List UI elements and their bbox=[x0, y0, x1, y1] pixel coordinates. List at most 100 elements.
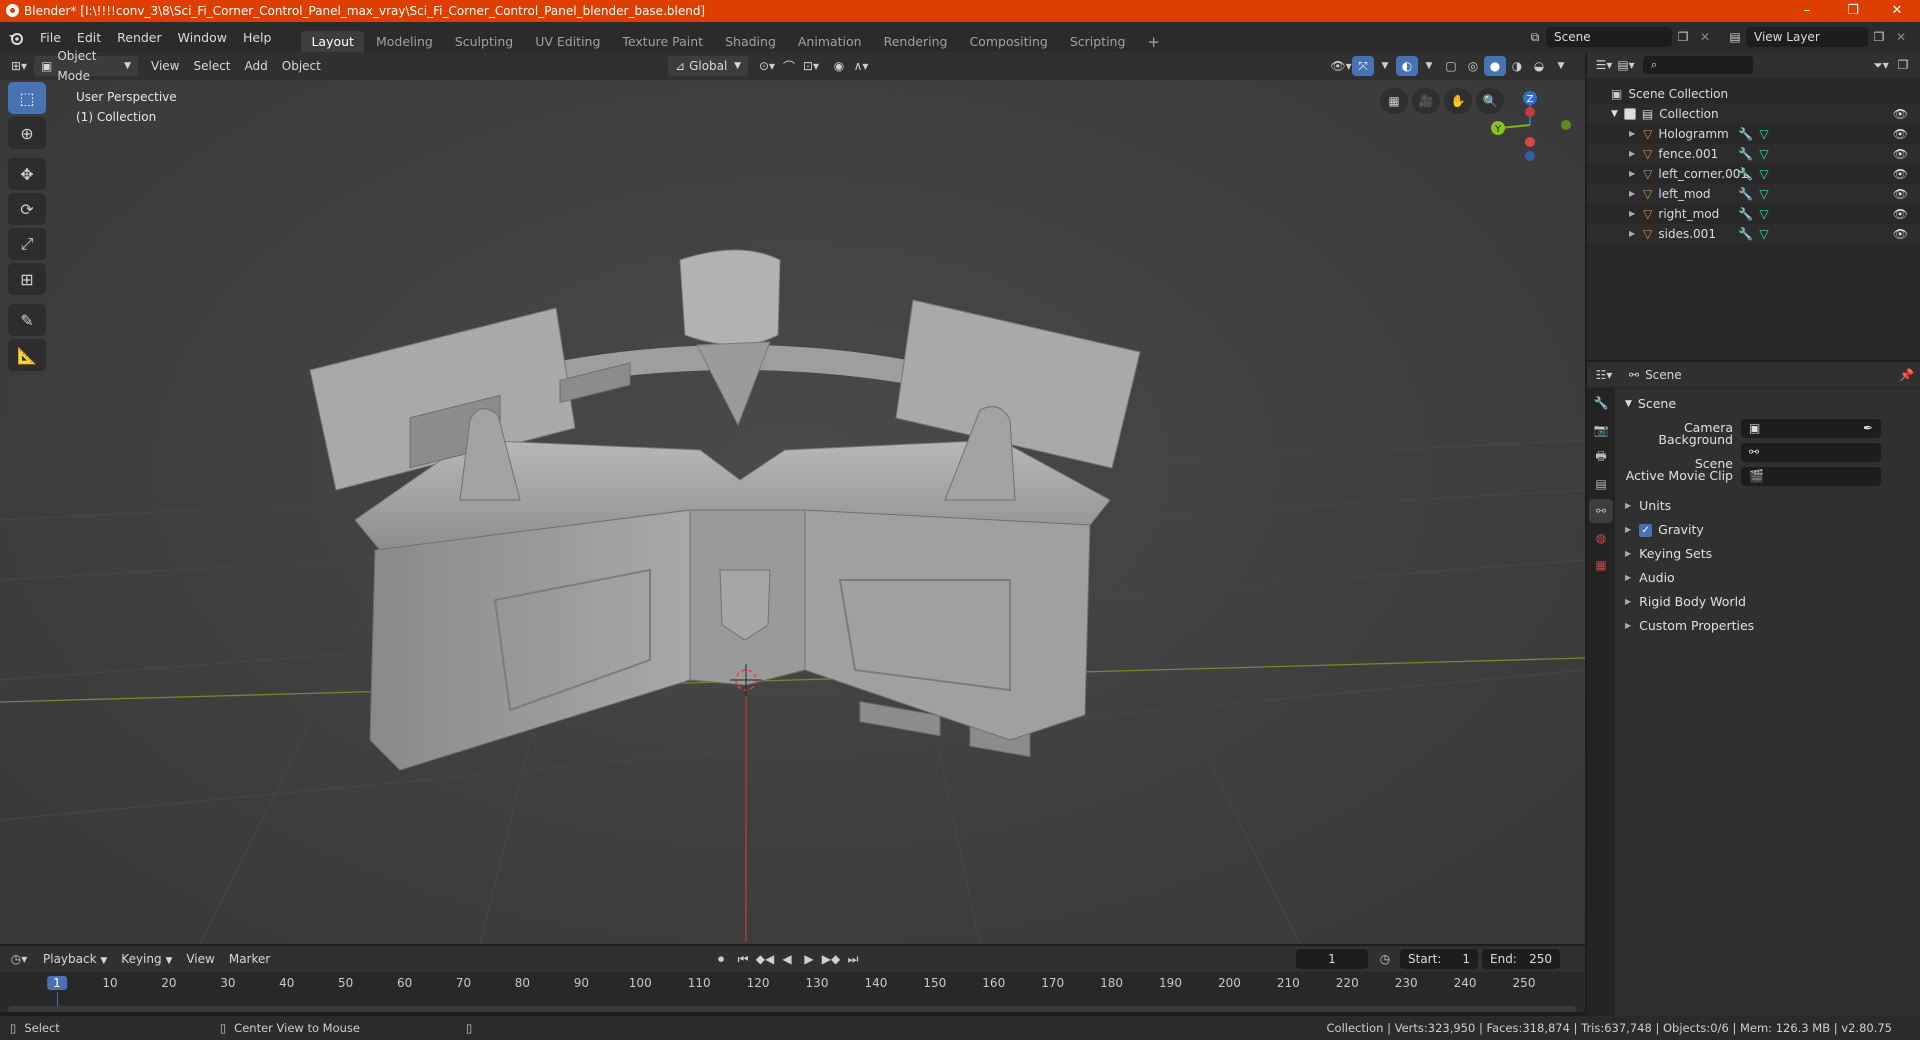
rendered-shading-icon[interactable]: ◒ bbox=[1528, 56, 1550, 76]
editor-type-icon[interactable]: ⊞▾ bbox=[8, 56, 30, 76]
3d-viewport[interactable]: Z Y User Perspective (1) Collection ▦ 🎥 … bbox=[0, 80, 1585, 944]
modifier-wrench-icon[interactable]: 🔧 bbox=[1738, 204, 1753, 224]
solid-shading-icon[interactable]: ● bbox=[1484, 56, 1506, 76]
playback-menu[interactable]: Playback ▼ bbox=[36, 949, 114, 969]
toggle-camera-view-icon[interactable]: ▦ bbox=[1380, 88, 1408, 114]
blender-menu-icon[interactable] bbox=[0, 31, 32, 45]
maximize-button[interactable]: ❐ bbox=[1830, 0, 1876, 22]
keying-menu[interactable]: Keying ▼ bbox=[114, 949, 179, 969]
filter-icon[interactable]: ⏷▾ bbox=[1870, 55, 1892, 75]
start-frame-field[interactable]: Start: 1 bbox=[1400, 949, 1478, 969]
play-icon[interactable]: ▶ bbox=[798, 949, 820, 969]
transform-tool-icon[interactable]: ⊞ bbox=[8, 263, 46, 295]
eye-icon[interactable]: 👁 bbox=[1893, 224, 1908, 244]
section-rigid-body-world[interactable]: ▶ Rigid Body World bbox=[1619, 590, 1915, 614]
outliner-object-row[interactable]: ▶ ▽ left_corner.001 🔧 ▽ 👁 bbox=[1587, 164, 1920, 184]
overlay-toggle-icon[interactable]: ◐ bbox=[1396, 56, 1418, 76]
new-collection-icon[interactable]: ❐ bbox=[1892, 55, 1914, 75]
measure-tool-icon[interactable]: 📐 bbox=[8, 339, 46, 371]
outliner-object-row[interactable]: ▶ ▽ right_mod 🔧 ▽ 👁 bbox=[1587, 204, 1920, 224]
section-units[interactable]: ▶ Units bbox=[1619, 494, 1915, 518]
menu-help[interactable]: Help bbox=[235, 27, 280, 49]
current-frame-field[interactable]: 1 bbox=[1296, 949, 1368, 969]
outliner-object-row[interactable]: ▶ ▽ Hologramm 🔧 ▽ 👁 bbox=[1587, 124, 1920, 144]
modifier-wrench-icon[interactable]: 🔧 bbox=[1738, 224, 1753, 244]
scene-name-field[interactable]: Scene bbox=[1546, 27, 1672, 47]
camera-field[interactable]: ▣ ✒ bbox=[1741, 418, 1881, 438]
pan-hand-icon[interactable]: ✋ bbox=[1444, 88, 1472, 114]
workspace-tab-sculpting[interactable]: Sculpting bbox=[445, 31, 523, 53]
snap-icon[interactable]: ⌒ bbox=[778, 56, 800, 76]
rotate-tool-icon[interactable]: ⟳ bbox=[8, 193, 46, 225]
visibility-icon[interactable]: 👁▾ bbox=[1330, 56, 1352, 76]
jump-start-icon[interactable]: ⏮ bbox=[732, 949, 754, 969]
zoom-icon[interactable]: 🔍 bbox=[1476, 88, 1504, 114]
display-mode-icon[interactable]: ▤▾ bbox=[1615, 55, 1637, 75]
timeline-scrollbar[interactable] bbox=[8, 1006, 1576, 1012]
expand-arrow-icon[interactable]: ▶ bbox=[1629, 164, 1635, 184]
workspace-tab-animation[interactable]: Animation bbox=[788, 31, 872, 53]
workspace-tab-shading[interactable]: Shading bbox=[715, 31, 786, 53]
mesh-data-icon[interactable]: ▽ bbox=[1759, 204, 1768, 224]
expand-arrow-icon[interactable]: ▼ bbox=[1611, 104, 1618, 124]
editor-type-icon[interactable]: ☷▾ bbox=[1593, 365, 1615, 385]
prev-keyframe-icon[interactable]: ◆◀ bbox=[754, 949, 776, 969]
gizmo-y-neg-icon[interactable] bbox=[1561, 120, 1571, 130]
eye-icon[interactable]: 👁 bbox=[1893, 144, 1908, 164]
record-icon[interactable]: ⏺ bbox=[710, 949, 732, 969]
mesh-data-icon[interactable]: ▽ bbox=[1759, 224, 1768, 244]
workspace-tab-rendering[interactable]: Rendering bbox=[874, 31, 958, 53]
output-tab-icon[interactable]: 🖶 bbox=[1589, 445, 1613, 469]
view-layer-field[interactable]: View Layer bbox=[1746, 27, 1868, 47]
workspace-tab-layout[interactable]: Layout bbox=[301, 31, 364, 53]
annotate-tool-icon[interactable]: ✎ bbox=[8, 304, 46, 336]
xray-icon[interactable]: ▢ bbox=[1440, 56, 1462, 76]
mode-dropdown[interactable]: ▣ Object Mode ▼ bbox=[34, 49, 138, 83]
tool-tab-icon[interactable]: 🔧 bbox=[1589, 391, 1613, 415]
eye-icon[interactable]: 👁 bbox=[1893, 204, 1908, 224]
add-workspace-button[interactable]: + bbox=[1137, 31, 1170, 53]
material-shading-icon[interactable]: ◑ bbox=[1506, 56, 1528, 76]
collection-checkbox[interactable] bbox=[1623, 108, 1636, 120]
world-tab-icon[interactable]: ◍ bbox=[1589, 526, 1613, 550]
menu-select[interactable]: Select bbox=[186, 56, 237, 76]
transform-orientation-dropdown[interactable]: ⊿ Global ▼ bbox=[668, 56, 748, 76]
outliner-scene-collection[interactable]: ▣ Scene Collection bbox=[1587, 84, 1920, 104]
view-layer-tab-icon[interactable]: ▤ bbox=[1589, 472, 1613, 496]
gizmo-menu-icon[interactable]: ▼ bbox=[1374, 56, 1396, 76]
gizmo-toggle-icon[interactable]: ⤧ bbox=[1352, 56, 1374, 76]
scale-tool-icon[interactable]: ⤢ bbox=[8, 228, 46, 260]
mesh-data-icon[interactable]: ▽ bbox=[1759, 144, 1768, 164]
background-scene-field[interactable]: ⚯ bbox=[1741, 442, 1881, 462]
eye-icon[interactable]: 👁 bbox=[1893, 164, 1908, 184]
view-layer-icon[interactable]: ▤ bbox=[1724, 27, 1746, 47]
new-view-layer-icon[interactable]: ❐ bbox=[1868, 27, 1890, 47]
gizmo-z-neg-icon[interactable] bbox=[1525, 151, 1535, 161]
new-scene-icon[interactable]: ❐ bbox=[1672, 27, 1694, 47]
scene-tab-icon[interactable]: ⚯ bbox=[1589, 499, 1613, 523]
gizmo-x-icon[interactable] bbox=[1525, 137, 1535, 147]
menu-object[interactable]: Object bbox=[275, 56, 328, 76]
eye-icon[interactable]: 👁 bbox=[1893, 184, 1908, 204]
shading-menu-icon[interactable]: ▼ bbox=[1550, 56, 1572, 76]
jump-end-icon[interactable]: ⏭ bbox=[842, 949, 864, 969]
delete-view-layer-icon[interactable]: ✕ bbox=[1890, 27, 1912, 47]
marker-menu[interactable]: Marker bbox=[222, 949, 277, 969]
section-keying-sets[interactable]: ▶ Keying Sets bbox=[1619, 542, 1915, 566]
section-gravity[interactable]: ▶ ✓ Gravity bbox=[1619, 518, 1915, 542]
active-movie-clip-field[interactable]: 🎬 bbox=[1741, 466, 1881, 486]
mesh-data-icon[interactable]: ▽ bbox=[1759, 164, 1768, 184]
pin-icon[interactable]: 📌 bbox=[1899, 368, 1914, 382]
expand-arrow-icon[interactable]: ▶ bbox=[1629, 204, 1635, 224]
minimize-button[interactable]: – bbox=[1784, 0, 1830, 22]
proportional-edit-icon[interactable]: ◉ bbox=[828, 56, 850, 76]
expand-arrow-icon[interactable]: ▶ bbox=[1629, 124, 1635, 144]
modifier-wrench-icon[interactable]: 🔧 bbox=[1738, 164, 1753, 184]
outliner-collection[interactable]: ▼ ▤ Collection 👁 bbox=[1587, 104, 1920, 124]
snap-target-icon[interactable]: ⊡▾ bbox=[800, 56, 822, 76]
mesh-data-icon[interactable]: ▽ bbox=[1759, 184, 1768, 204]
workspace-tab-texture-paint[interactable]: Texture Paint bbox=[612, 31, 713, 53]
falloff-icon[interactable]: ∧▾ bbox=[850, 56, 872, 76]
end-frame-field[interactable]: End: 250 bbox=[1482, 949, 1560, 969]
texture-tab-icon[interactable]: ▦ bbox=[1589, 553, 1613, 577]
